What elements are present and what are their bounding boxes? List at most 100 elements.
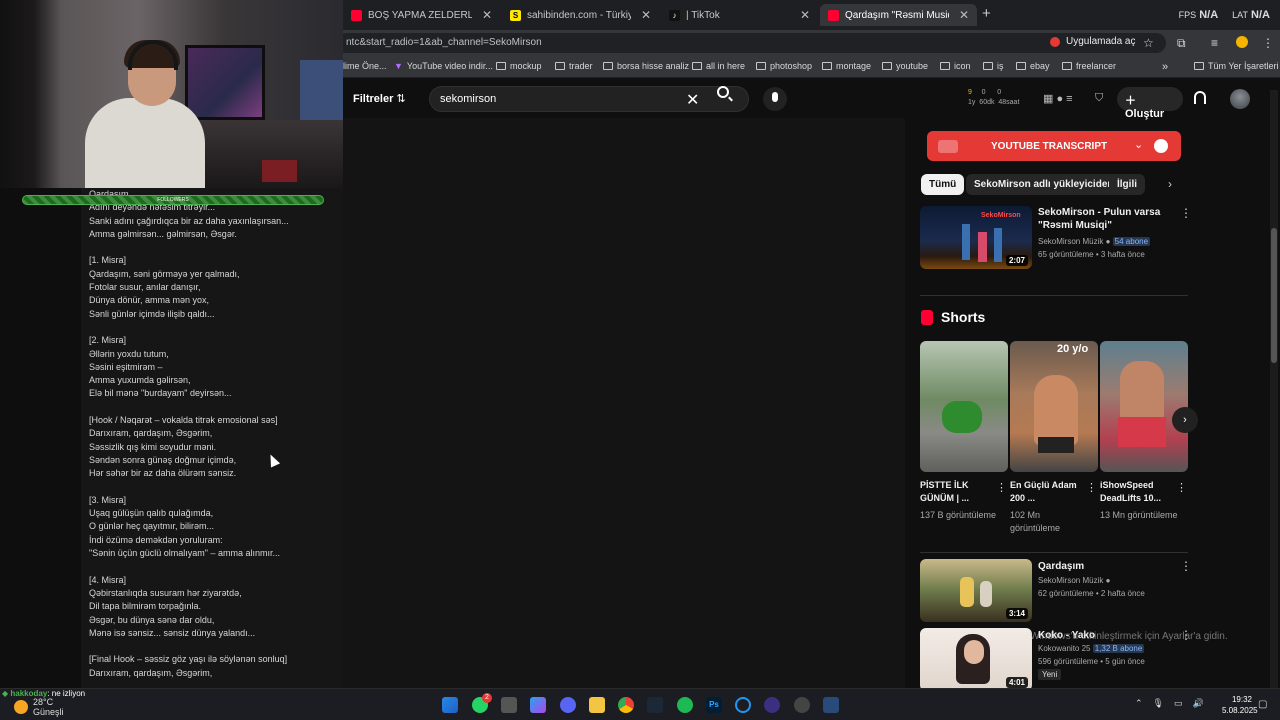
app-icon[interactable] bbox=[764, 697, 780, 713]
create-button[interactable]: ＋ Oluştur bbox=[1117, 87, 1183, 120]
more-icon[interactable]: ⋮ bbox=[1086, 481, 1097, 494]
extensions-icon[interactable]: ⧉ bbox=[1177, 36, 1186, 51]
steam-icon[interactable] bbox=[647, 697, 663, 713]
bookmark-item[interactable]: ▼ YouTube video indir... bbox=[394, 61, 493, 71]
notification-icon[interactable]: ▢ bbox=[1258, 699, 1267, 710]
bookmark-folder[interactable]: trader bbox=[555, 61, 593, 71]
bookmark-folder[interactable]: iş bbox=[983, 61, 1004, 71]
lyrics-gap bbox=[89, 481, 343, 494]
avatar[interactable] bbox=[1230, 89, 1250, 109]
chevron-down-icon[interactable]: ⌄ bbox=[1134, 138, 1143, 151]
scrollbar-thumb[interactable] bbox=[1271, 228, 1277, 363]
short-title[interactable]: En Güçlü Adam 200 ... bbox=[1010, 479, 1082, 505]
weather-widget[interactable]: 28°C Güneşli bbox=[14, 697, 64, 717]
close-icon[interactable]: ✕ bbox=[482, 8, 492, 22]
short-thumbnail[interactable] bbox=[920, 341, 1008, 472]
start-icon[interactable] bbox=[442, 697, 458, 713]
video-title[interactable]: SekoMirson - Pulun varsa "Rəsmi Musiqi" bbox=[1038, 206, 1168, 232]
short-thumbnail[interactable]: 20 y/o bbox=[1010, 341, 1098, 472]
tab-qardasim[interactable]: Qardaşım "Rəsmi Musiqi" - You ✕ bbox=[820, 4, 977, 26]
photoshop-icon[interactable]: Ps bbox=[706, 697, 722, 713]
lyrics-line: Qəbirstanlıqda susuram hər ziyarətdə, bbox=[89, 587, 242, 598]
bookmark-folder[interactable]: all in here bbox=[692, 61, 745, 71]
ext-icons[interactable]: ▦ ● ≡ bbox=[1043, 92, 1073, 105]
bookmark-folder[interactable]: freelancer bbox=[1062, 61, 1116, 71]
tab-tiktok[interactable]: ♪ | TikTok ✕ bbox=[661, 4, 818, 26]
cc-icon[interactable] bbox=[735, 697, 751, 713]
shield-icon[interactable]: ⛉ bbox=[1095, 92, 1103, 105]
bookmark-folder[interactable]: mockup bbox=[496, 61, 542, 71]
chip-uploader[interactable]: SekoMirson adlı yükleyiciden bbox=[966, 174, 1122, 195]
video-player[interactable] bbox=[343, 118, 905, 688]
search-box[interactable]: sekomirson ✕ bbox=[429, 86, 749, 112]
bookmark-folder[interactable]: icon bbox=[940, 61, 971, 71]
chevron-right-icon[interactable]: › bbox=[1172, 407, 1198, 433]
more-icon[interactable]: ⋮ bbox=[996, 481, 1007, 494]
short-thumbnail[interactable] bbox=[1100, 341, 1188, 472]
channel-name[interactable]: Kokowanito 25 1,32 B abone bbox=[1038, 644, 1145, 653]
new-tab-button[interactable]: + bbox=[982, 5, 991, 22]
video-title[interactable]: Qardaşım bbox=[1038, 560, 1168, 573]
channel-name[interactable]: SekoMirson Müzik ● bbox=[1038, 576, 1110, 585]
related-video[interactable]: SekoMirson 2:07 SekoMirson - Pulun varsa… bbox=[920, 206, 1192, 276]
chevron-right-icon[interactable]: › bbox=[1168, 177, 1172, 191]
url-field[interactable]: ntc&start_radio=1&ab_channel=SekoMirson bbox=[336, 33, 1166, 53]
folder-icon bbox=[1194, 62, 1204, 70]
short-title[interactable]: iShowSpeed DeadLifts 10... bbox=[1100, 479, 1172, 505]
more-icon[interactable]: ⋮ bbox=[1180, 559, 1192, 573]
bookmark-folder[interactable]: ebay bbox=[1016, 61, 1050, 71]
video-thumbnail[interactable]: SekoMirson 2:07 bbox=[920, 206, 1032, 269]
folder-icon[interactable] bbox=[589, 697, 605, 713]
tab-sahibinden[interactable]: S sahibinden.com - Türkiye'nin O ✕ bbox=[502, 4, 659, 26]
search-icon[interactable] bbox=[717, 86, 729, 98]
short-title[interactable]: PİSTTE İLK GÜNÜM | ... bbox=[920, 479, 992, 505]
clear-icon[interactable]: ✕ bbox=[686, 90, 699, 110]
volume-icon[interactable]: 🔊 bbox=[1193, 698, 1204, 709]
chat-message: ◆ hakkoday: ne izliyon bbox=[2, 689, 85, 698]
bookmarks-overflow[interactable]: » bbox=[1162, 61, 1168, 73]
bookmark-folder[interactable]: montage bbox=[822, 61, 871, 71]
bell-icon[interactable] bbox=[1194, 91, 1206, 104]
network-icon[interactable]: ▭ bbox=[1174, 698, 1183, 709]
close-icon[interactable]: ✕ bbox=[641, 8, 651, 22]
bookmark-folder[interactable]: photoshop bbox=[756, 61, 812, 71]
app-icon[interactable] bbox=[823, 697, 839, 713]
scrollbar-track[interactable] bbox=[1270, 90, 1278, 690]
channel-name[interactable]: SekoMirson Müzik ● 54 abone bbox=[1038, 237, 1151, 246]
microphone-icon[interactable]: 🎙 bbox=[1153, 698, 1164, 709]
chevron-up-icon[interactable]: ⌃ bbox=[1135, 698, 1143, 709]
video-thumbnail[interactable]: 3:14 bbox=[920, 559, 1032, 622]
bookmark-folder[interactable]: borsa hisse analiz bbox=[603, 61, 689, 71]
obs-icon[interactable] bbox=[794, 697, 810, 713]
open-in-app[interactable]: Uygulamada aç bbox=[1050, 36, 1135, 47]
user-icon[interactable] bbox=[1154, 139, 1168, 153]
search-input[interactable]: sekomirson bbox=[440, 93, 496, 105]
bookmark-item[interactable]: lime Öne... bbox=[343, 61, 387, 71]
clock[interactable]: 19:32 5.08.2025 bbox=[1222, 694, 1258, 716]
spotify-icon[interactable] bbox=[677, 697, 693, 713]
explorer-icon[interactable] bbox=[501, 697, 517, 713]
star-icon[interactable]: ☆ bbox=[1143, 36, 1154, 50]
close-icon[interactable]: ✕ bbox=[800, 8, 810, 22]
webcam-monitor bbox=[185, 45, 265, 120]
more-icon[interactable]: ⋮ bbox=[1176, 481, 1187, 494]
video-thumbnail[interactable]: 4:01 bbox=[920, 628, 1032, 691]
more-icon[interactable]: ⋮ bbox=[1180, 206, 1192, 220]
profile-icon[interactable] bbox=[1236, 36, 1248, 48]
youtube-transcript-button[interactable]: YOUTUBE TRANSCRIPT ⌄ bbox=[927, 131, 1181, 161]
microphone-icon[interactable] bbox=[763, 87, 787, 111]
filters-button[interactable]: Filtreler ⇅ bbox=[353, 92, 406, 105]
chip-all[interactable]: Tümü bbox=[921, 174, 965, 195]
related-video[interactable]: 3:14 Qardaşım SekoMirson Müzik ● 62 görü… bbox=[920, 559, 1192, 623]
lyrics-line: [3. Misra] bbox=[89, 494, 127, 505]
close-icon[interactable]: ✕ bbox=[959, 8, 969, 22]
all-bookmarks[interactable]: Tüm Yer İşaretleri bbox=[1194, 61, 1279, 71]
discord-icon[interactable] bbox=[560, 697, 576, 713]
bookmark-folder[interactable]: youtube bbox=[882, 61, 928, 71]
chip-related[interactable]: İlgili bbox=[1109, 174, 1145, 195]
chrome-icon[interactable] bbox=[618, 697, 634, 713]
media-icon[interactable]: ≡ bbox=[1211, 36, 1218, 50]
tab-bos-yapma[interactable]: BOŞ YAPMA ZELDERLER - YouTu ✕ bbox=[343, 4, 500, 26]
copilot-icon[interactable] bbox=[530, 697, 546, 713]
menu-icon[interactable]: ⋮ bbox=[1262, 36, 1274, 50]
